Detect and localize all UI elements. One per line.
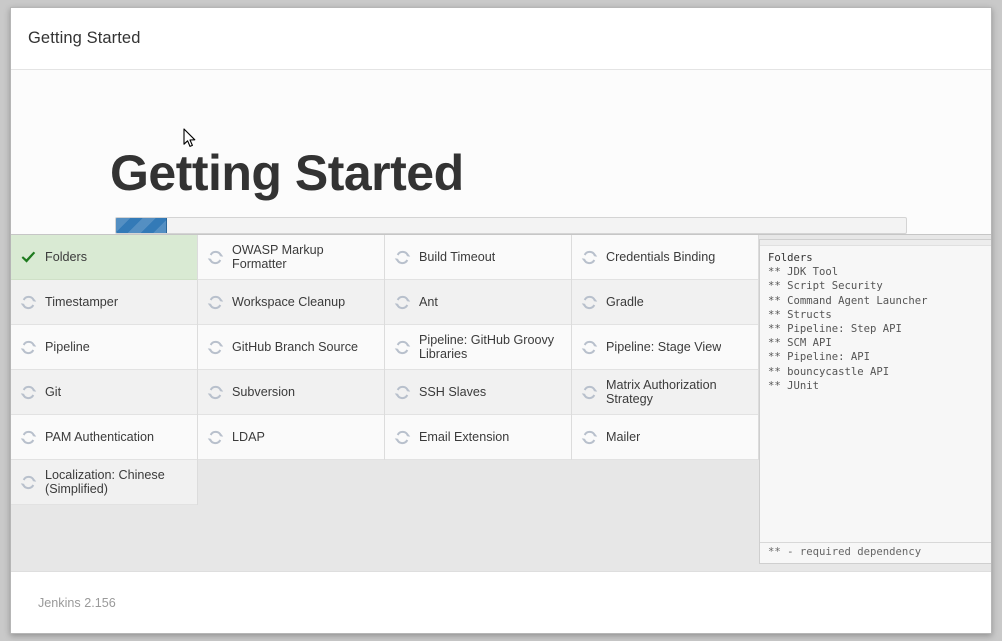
plugin-column: OWASP Markup Formatter Workspace Cleanup G… [198, 235, 385, 460]
plugin-name-label: Localization: Chinese (Simplified) [37, 468, 191, 497]
plugin-install-row: Timestamper [11, 280, 197, 325]
plugin-name-label: Folders [37, 250, 87, 265]
plugin-install-row: Build Timeout [385, 235, 571, 280]
plugin-install-row: LDAP [198, 415, 384, 460]
sync-icon [394, 339, 411, 356]
plugin-install-row: Git [11, 370, 197, 415]
plugin-install-row: Ant [385, 280, 571, 325]
wizard-body: Folders Timestamper Pipeline Git PAM Authent… [11, 234, 991, 571]
plugin-name-label: Gradle [598, 295, 644, 310]
plugin-name-label: Matrix Authorization Strategy [598, 378, 752, 407]
plugin-install-row: Email Extension [385, 415, 571, 460]
plugin-install-grid: Folders Timestamper Pipeline Git PAM Authent… [11, 235, 759, 571]
plugin-name-label: OWASP Markup Formatter [224, 243, 378, 272]
plugin-install-row: Pipeline: GitHub Groovy Libraries [385, 325, 571, 370]
setup-wizard-dialog: Getting Started Getting Started Folders T… [10, 7, 992, 634]
wizard-header: Getting Started [11, 8, 991, 70]
log-plugin-title: Folders [768, 251, 991, 265]
plugin-column: Build Timeout Ant Pipeline: GitHub Groovy … [385, 235, 572, 460]
plugin-install-row: Subversion [198, 370, 384, 415]
plugin-name-label: Pipeline: Stage View [598, 340, 721, 355]
sync-icon [581, 294, 598, 311]
plugin-install-row: Localization: Chinese (Simplified) [11, 460, 197, 505]
sync-icon [394, 384, 411, 401]
wizard-header-title: Getting Started [28, 29, 140, 48]
plugin-name-label: Workspace Cleanup [224, 295, 345, 310]
sync-icon [20, 474, 37, 491]
plugin-install-row: SSH Slaves [385, 370, 571, 415]
sync-icon [394, 294, 411, 311]
plugin-install-row: Credentials Binding [572, 235, 758, 280]
plugin-install-row: GitHub Branch Source [198, 325, 384, 370]
log-dependency-line: ** Pipeline: Step API [768, 322, 991, 336]
plugin-name-label: Credentials Binding [598, 250, 715, 265]
log-dependency-line: ** JDK Tool [768, 265, 991, 279]
plugin-name-label: Pipeline [37, 340, 90, 355]
plugin-name-label: Ant [411, 295, 438, 310]
log-dependency-line: ** Structs [768, 308, 991, 322]
plugin-name-label: Timestamper [37, 295, 118, 310]
sync-icon [20, 339, 37, 356]
plugin-name-label: Build Timeout [411, 250, 495, 265]
wizard-hero: Getting Started [11, 70, 991, 234]
plugin-install-row: Pipeline: Stage View [572, 325, 758, 370]
log-dependency-line: ** Command Agent Launcher [768, 294, 991, 308]
plugin-name-label: Mailer [598, 430, 640, 445]
plugin-install-row: Workspace Cleanup [198, 280, 384, 325]
sync-icon [207, 294, 224, 311]
plugin-install-row: Mailer [572, 415, 758, 460]
plugin-install-row: OWASP Markup Formatter [198, 235, 384, 280]
install-progress-bar [115, 217, 907, 234]
sync-icon [581, 339, 598, 356]
log-dependency-line: ** JUnit [768, 379, 991, 393]
sync-icon [20, 429, 37, 446]
plugin-name-label: SSH Slaves [411, 385, 486, 400]
plugin-install-row: Folders [11, 235, 197, 280]
log-dependency-line: ** bouncycastle API [768, 365, 991, 379]
plugin-name-label: LDAP [224, 430, 265, 445]
sync-icon [207, 384, 224, 401]
log-dependency-line: ** Pipeline: API [768, 350, 991, 364]
sync-icon [207, 429, 224, 446]
dependency-log-panel: Folders** JDK Tool** Script Security** C… [759, 239, 991, 564]
log-dependency-line: ** SCM API [768, 336, 991, 350]
plugin-name-label: PAM Authentication [37, 430, 154, 445]
check-icon [20, 249, 37, 266]
sync-icon [207, 249, 224, 266]
wizard-footer: Jenkins 2.156 [11, 571, 991, 633]
sync-icon [394, 249, 411, 266]
sync-icon [207, 339, 224, 356]
plugin-column: Credentials Binding Gradle Pipeline: Stage… [572, 235, 759, 460]
sync-icon [581, 249, 598, 266]
plugin-name-label: Git [37, 385, 61, 400]
install-progress-fill [116, 218, 167, 233]
sync-icon [394, 429, 411, 446]
plugin-column: Folders Timestamper Pipeline Git PAM Authent… [11, 235, 198, 505]
plugin-install-row: Matrix Authorization Strategy [572, 370, 758, 415]
log-dependency-line: ** Script Security [768, 279, 991, 293]
sync-icon [581, 384, 598, 401]
plugin-name-label: Email Extension [411, 430, 509, 445]
log-panel-footnote: ** - required dependency [760, 542, 991, 563]
plugin-install-row: Pipeline [11, 325, 197, 370]
sync-icon [20, 294, 37, 311]
sync-icon [20, 384, 37, 401]
plugin-install-row: PAM Authentication [11, 415, 197, 460]
plugin-name-label: Pipeline: GitHub Groovy Libraries [411, 333, 565, 362]
jenkins-version-label: Jenkins 2.156 [38, 596, 116, 610]
page-title: Getting Started [110, 148, 464, 198]
sync-icon [581, 429, 598, 446]
plugin-name-label: GitHub Branch Source [224, 340, 358, 355]
plugin-name-label: Subversion [224, 385, 295, 400]
log-panel-lines: Folders** JDK Tool** Script Security** C… [760, 246, 991, 542]
plugin-install-row: Gradle [572, 280, 758, 325]
